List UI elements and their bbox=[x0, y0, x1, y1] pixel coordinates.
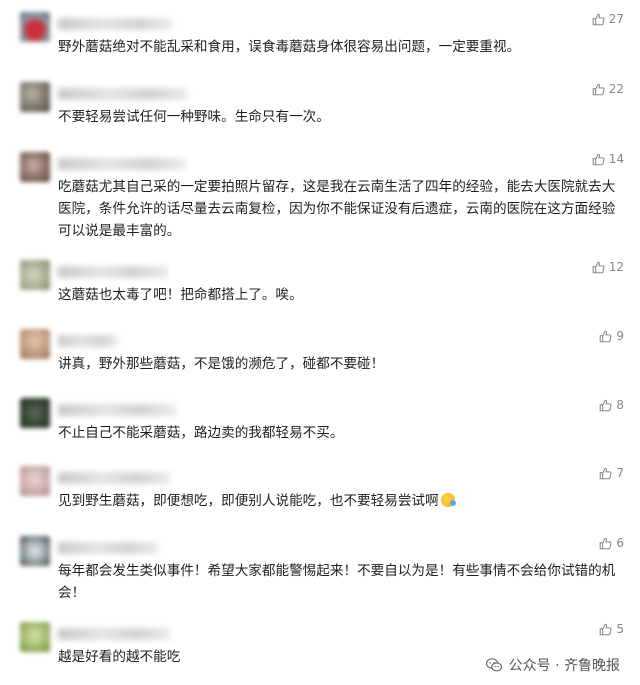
avatar[interactable] bbox=[20, 536, 50, 566]
watermark-text: 公众号 · 齐鲁晚报 bbox=[508, 658, 620, 674]
thumb-up-icon bbox=[592, 83, 605, 95]
comment-text: 不止自己不能采蘑菇，路边卖的我都轻易不买。 bbox=[58, 425, 344, 441]
comment-text: 讲真，野外那些蘑菇，不是饿的濒危了，碰都不要碰！ bbox=[58, 356, 385, 372]
like-count: 5 bbox=[616, 622, 624, 636]
comment-text: 见到野生蘑菇，即便想吃，即便别人说能吃，也不要轻易尝试啊 bbox=[58, 490, 628, 512]
avatar[interactable] bbox=[20, 329, 50, 359]
avatar[interactable] bbox=[20, 12, 50, 42]
watermark: 公众号 · 齐鲁晚报 bbox=[485, 655, 620, 675]
thumb-up-icon bbox=[592, 153, 605, 165]
thumb-up-icon bbox=[592, 261, 605, 273]
comment-text: 野外蘑菇绝对不能乱采和食用，误食毒蘑菇身体很容易出问题，一定要重视。 bbox=[58, 39, 521, 55]
like-count: 12 bbox=[608, 260, 624, 274]
thumb-up-icon bbox=[600, 623, 612, 635]
like-button[interactable]: 7 bbox=[599, 466, 624, 480]
thumb-up-icon bbox=[600, 399, 612, 411]
username-blurred[interactable] bbox=[58, 542, 158, 554]
username-blurred[interactable] bbox=[58, 628, 170, 640]
like-count: 7 bbox=[616, 466, 624, 480]
thumb-up-icon bbox=[600, 537, 612, 549]
wechat-icon bbox=[485, 658, 502, 672]
username-blurred[interactable] bbox=[58, 18, 173, 30]
like-button[interactable]: 8 bbox=[599, 398, 624, 412]
like-button[interactable]: 6 bbox=[599, 536, 624, 550]
like-button[interactable]: 5 bbox=[599, 622, 624, 636]
thumb-up-icon bbox=[600, 467, 612, 479]
username-blurred[interactable] bbox=[58, 335, 118, 347]
username-blurred[interactable] bbox=[58, 158, 186, 170]
comment-text-content: 见到野生蘑菇，即便想吃，即便别人说能吃，也不要轻易尝试啊 bbox=[58, 493, 439, 509]
comment-text: 这蘑菇也太毒了吧！把命都搭上了。唉。 bbox=[58, 287, 303, 303]
username-blurred[interactable] bbox=[58, 404, 176, 416]
like-count: 9 bbox=[616, 329, 624, 343]
avatar[interactable] bbox=[20, 398, 50, 428]
like-count: 22 bbox=[608, 82, 624, 96]
comment-text: 不要轻易尝试任何一种野味。生命只有一次。 bbox=[58, 109, 330, 125]
like-count: 6 bbox=[616, 536, 624, 550]
like-button[interactable]: 14 bbox=[592, 152, 624, 166]
like-button[interactable]: 12 bbox=[592, 260, 624, 274]
username-blurred[interactable] bbox=[58, 472, 170, 484]
username-blurred[interactable] bbox=[58, 266, 168, 278]
like-count: 27 bbox=[608, 12, 624, 26]
avatar[interactable] bbox=[20, 260, 50, 290]
username-blurred[interactable] bbox=[58, 88, 188, 100]
thumb-up-icon bbox=[592, 13, 605, 25]
avatar[interactable] bbox=[20, 466, 50, 496]
like-button[interactable]: 22 bbox=[592, 82, 624, 96]
avatar[interactable] bbox=[20, 82, 50, 112]
avatar[interactable] bbox=[20, 622, 50, 652]
like-count: 8 bbox=[616, 398, 624, 412]
like-button[interactable]: 27 bbox=[592, 12, 624, 26]
sweat-smile-emoji-icon bbox=[440, 493, 456, 507]
like-button[interactable]: 9 bbox=[599, 329, 624, 343]
comment-text: 吃蘑菇尤其自己采的一定要拍照片留存，这是我在云南生活了四年的经验，能去大医院就去… bbox=[58, 179, 616, 239]
avatar[interactable] bbox=[20, 152, 50, 182]
comment-text: 每年都会发生类似事件！希望大家都能警惕起来！不要自以为是！有些事情不会给你试错的… bbox=[58, 563, 616, 601]
like-count: 14 bbox=[608, 152, 624, 166]
thumb-up-icon bbox=[600, 330, 612, 342]
